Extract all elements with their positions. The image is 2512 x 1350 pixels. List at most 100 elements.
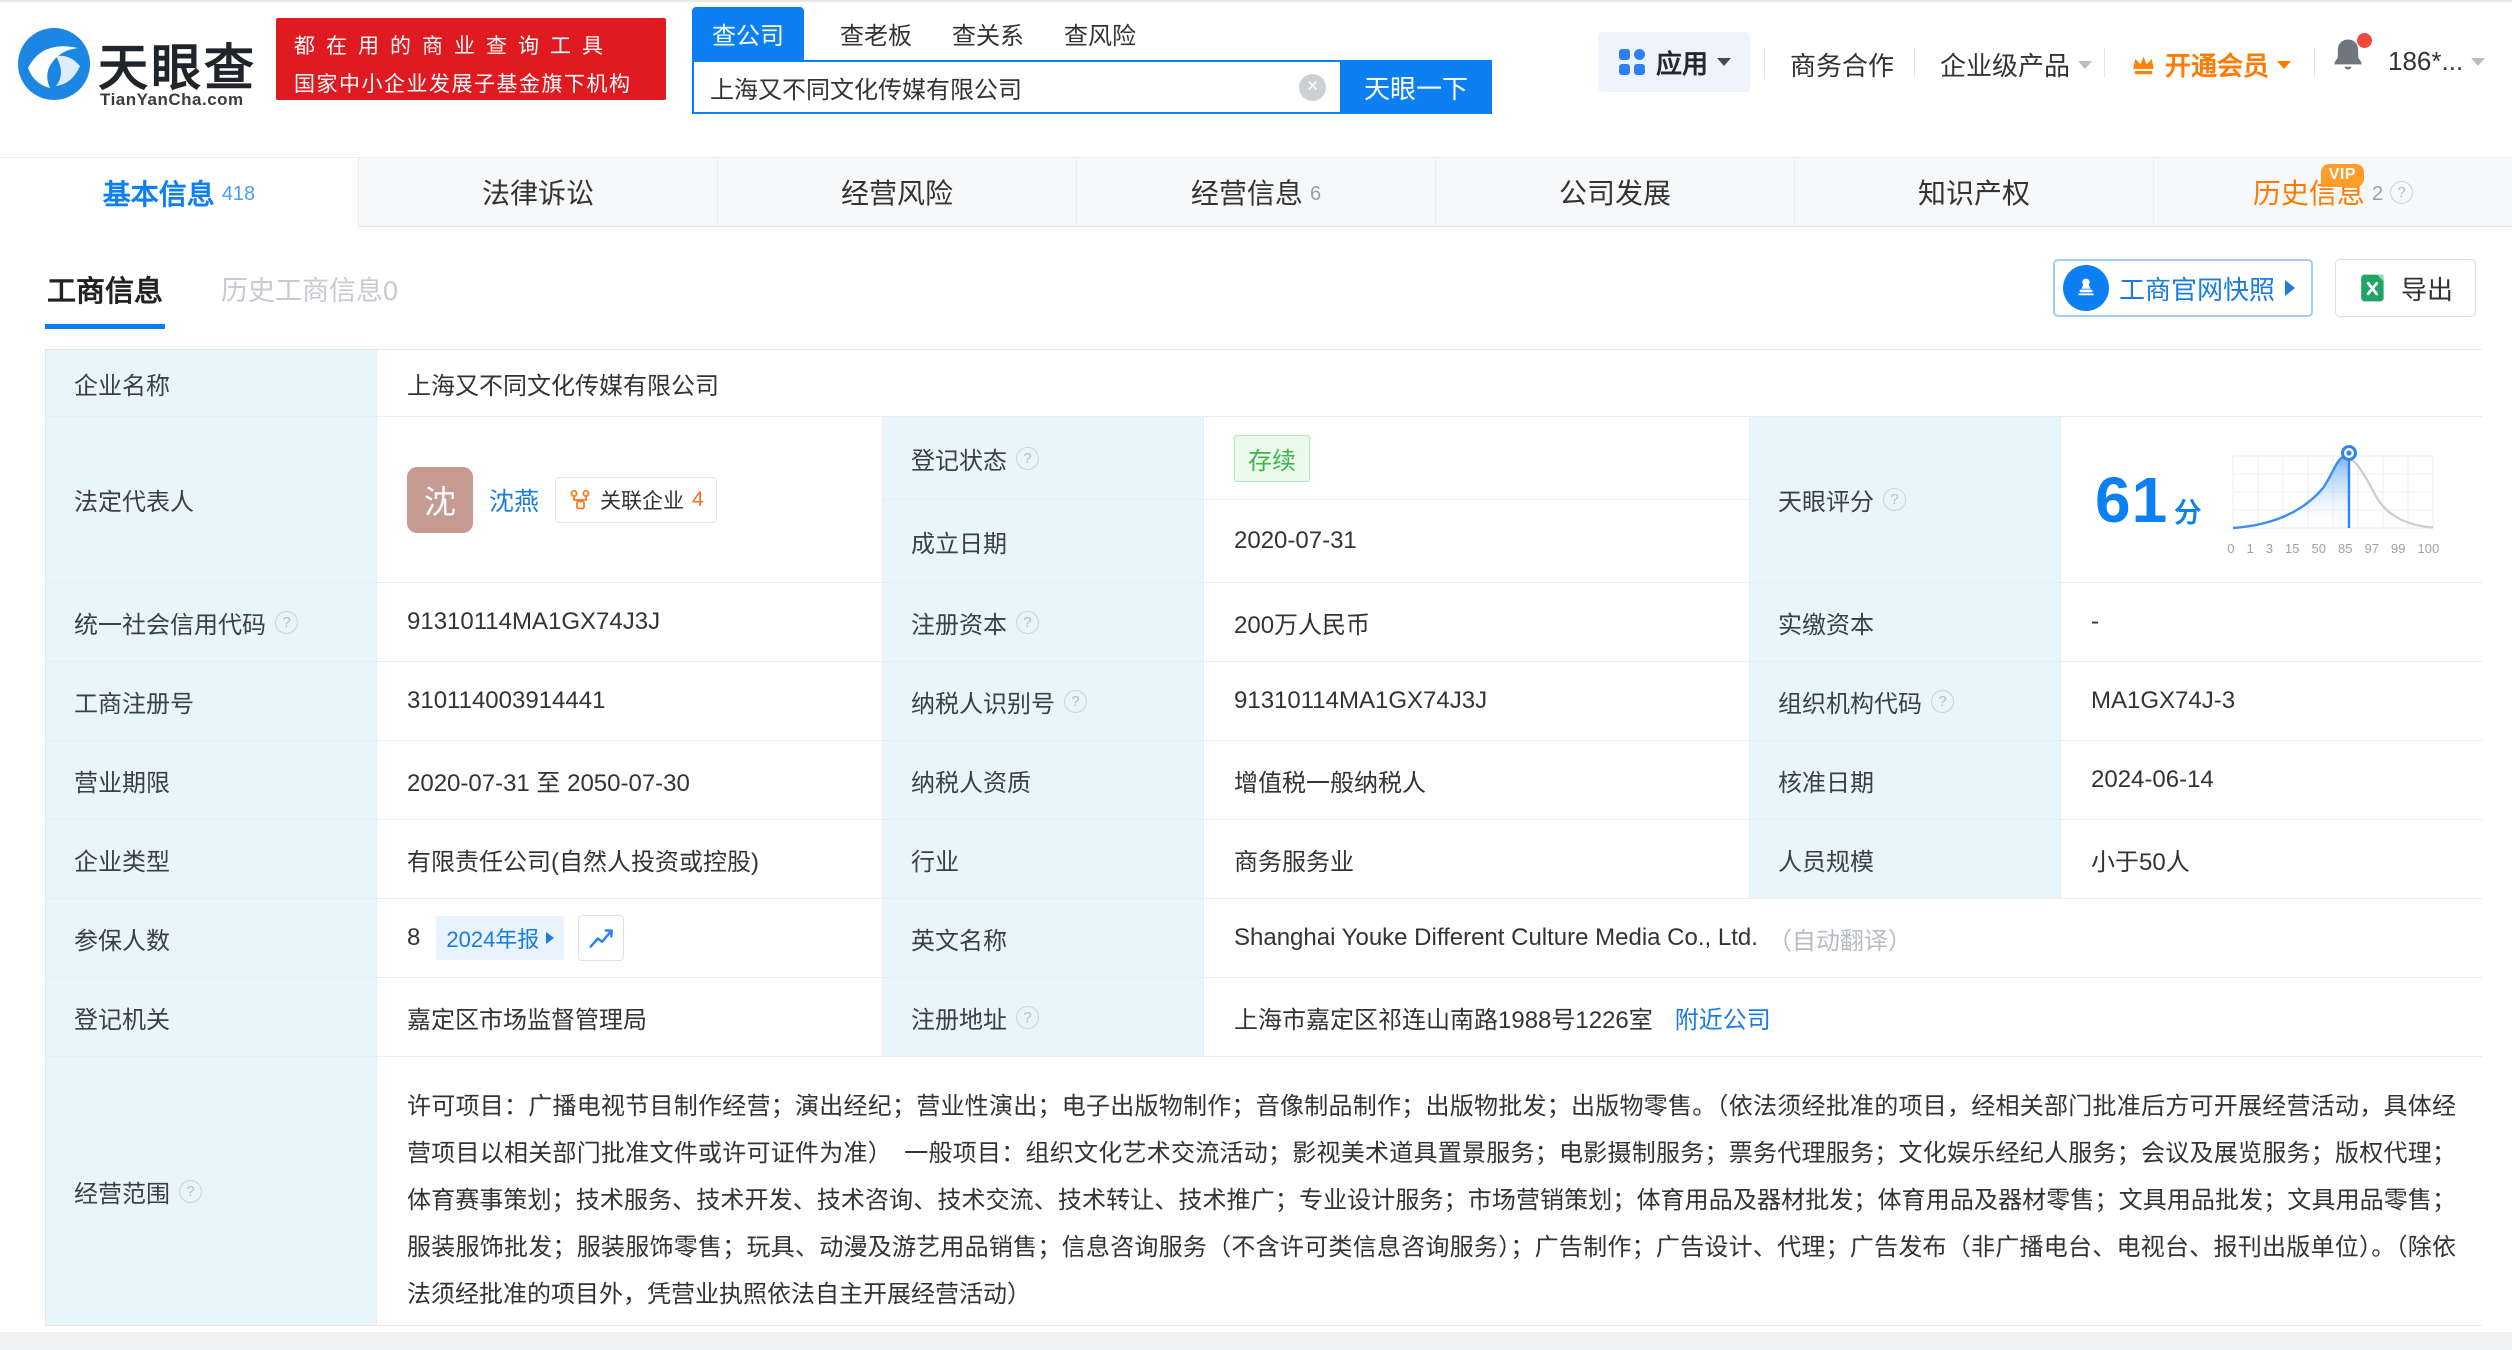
legal-rep-name-link[interactable]: 沈燕 [489,482,539,518]
score-number: 61 分 [2095,463,2201,537]
taxpayer-id-value: 91310114MA1GX74J3J [1204,662,1749,740]
enterprise-products-label: 企业级产品 [1940,51,2071,81]
taxpayer-quality-label: 纳税人资质 [883,741,1203,819]
search-button[interactable]: 天眼一下 [1340,60,1492,114]
question-icon[interactable] [275,610,298,634]
tianyan-score-label: 天眼评分 [1750,417,2060,582]
legal-rep-avatar[interactable]: 沈 [407,466,473,533]
registered-address-label: 注册地址 [883,978,1203,1056]
business-term-label: 营业期限 [46,741,376,819]
divider [2104,48,2105,78]
credit-code-value: 91310114MA1GX74J3J [377,583,882,661]
staff-size-value: 小于50人 [2061,820,2486,898]
chevron-down-icon [2277,60,2292,69]
business-cooperation-link[interactable]: 商务合作 [1790,46,1894,83]
tab-label: 经营风险 [840,178,953,209]
tianyan-score-cell[interactable]: 61 分 0 1 3 15 50 85 97 99 100 [2061,417,2486,582]
registration-status-label: 登记状态 [883,417,1203,499]
clear-search-icon[interactable]: × [1299,73,1326,101]
english-name-cell: Shanghai Youke Different Culture Media C… [1204,899,2486,977]
next-section-edge [0,1332,2512,1350]
search-tab-risk[interactable]: 查风险 [1064,7,1136,60]
question-icon[interactable] [1931,689,1954,713]
business-scope-label: 经营范围 [46,1057,376,1325]
vip-badge: VIP [2320,164,2364,187]
related-companies-badge[interactable]: 关联企业 4 [555,476,717,523]
nearby-companies-link[interactable]: 附近公司 [1675,1000,1771,1035]
search-box: × 天眼一下 [692,60,1492,114]
company-type-label: 企业类型 [46,820,376,898]
registration-number-label: 工商注册号 [46,662,376,740]
open-vip-menu[interactable]: 开通会员 [2130,46,2292,83]
company-name-label: 企业名称 [46,350,376,416]
related-companies-count: 4 [692,487,704,511]
question-icon[interactable] [1883,488,1906,511]
arrow-right-icon [546,932,555,944]
table-wrap: 企业名称 上海又不同文化传媒有限公司 法定代表人 沈 沈燕 关联企业 4 登记状… [0,349,2512,1326]
export-button[interactable]: 导出 [2334,259,2476,317]
notifications-bell[interactable] [2330,33,2372,82]
site-header: 天眼查 TianYanCha.com 都在用的商业查询工具 国家中小企业发展子基… [0,2,2512,157]
tab-label: 法律诉讼 [481,178,594,209]
establish-date-label: 成立日期 [883,500,1203,582]
company-info-table: 企业名称 上海又不同文化传媒有限公司 法定代表人 沈 沈燕 关联企业 4 登记状… [45,349,2486,1326]
tianyancha-logo-icon[interactable] [16,26,92,102]
tab-count: 418 [221,183,256,205]
business-cooperation-label: 商务合作 [1790,51,1895,81]
registration-number-value: 310114003914441 [377,662,882,740]
search-tab-company[interactable]: 查公司 [692,7,804,60]
registration-authority-label: 登记机关 [46,978,376,1056]
tab-history-registration-info[interactable]: 历史工商信息0 [221,269,398,308]
tab-operation-risk[interactable]: 经营风险 [718,158,1077,226]
question-icon[interactable] [1016,446,1039,470]
enterprise-products-menu[interactable]: 企业级产品 [1940,46,2093,83]
registered-address-cell: 上海市嘉定区祁连山南路1988号1226室 附近公司 [1204,978,2486,1056]
score-distribution-chart: 01 3 15 50 85 97 99 100 [2227,444,2439,556]
question-icon[interactable] [2390,180,2414,204]
org-code-label: 组织机构代码 [1750,662,2060,740]
tab-registration-info[interactable]: 工商信息 [45,248,166,329]
staff-size-label: 人员规模 [1750,820,2060,898]
official-snapshot-button[interactable]: 工商官网快照 [2052,259,2313,317]
tab-label: 经营信息 [1190,178,1303,209]
promo-banner: 都在用的商业查询工具 国家中小企业发展子基金旗下机构 [276,18,666,100]
english-name-value: Shanghai Youke Different Culture Media C… [1234,924,1758,951]
company-nav-tabs: 基本信息 418 法律诉讼 经营风险 经营信息 6 公司发展 知识产权 VIP … [0,157,2512,227]
search-input[interactable] [694,62,1299,112]
tab-intellectual-property[interactable]: 知识产权 [1795,158,2154,226]
tab-label: 公司发展 [1558,178,1671,209]
question-icon[interactable] [1016,610,1039,634]
tab-business-info[interactable]: 经营信息 6 [1077,158,1436,226]
insured-count-cell: 8 2024年报 [377,899,882,977]
official-snapshot-label: 工商官网快照 [2118,274,2275,305]
promo-banner-line2: 国家中小企业发展子基金旗下机构 [294,73,632,96]
brand-domain: TianYanCha.com [100,90,244,109]
app-grid-icon [1618,49,1645,75]
taxpayer-id-label: 纳税人识别号 [883,662,1203,740]
insured-trend-button[interactable] [578,915,625,961]
search-tab-relation[interactable]: 查关系 [952,7,1024,60]
approval-date-label: 核准日期 [1750,741,2060,819]
insured-count-value: 8 [407,924,421,951]
company-type-value: 有限责任公司(自然人投资或控股) [377,820,882,898]
stamp-icon [2062,265,2109,311]
tab-company-development[interactable]: 公司发展 [1436,158,1795,226]
chevron-down-icon [2078,60,2093,69]
insured-count-label: 参保人数 [46,899,376,977]
divider [1764,48,1765,78]
trend-chart-icon [589,929,614,948]
industry-value: 商务服务业 [1204,820,1749,898]
question-icon[interactable] [179,1179,202,1203]
account-menu[interactable]: 186*... [2388,46,2486,77]
question-icon[interactable] [1064,689,1087,713]
question-icon[interactable] [1016,1005,1039,1029]
tab-basic-info[interactable]: 基本信息 418 [0,158,359,227]
business-term-value: 2020-07-31 至 2050-07-30 [377,741,882,819]
arrow-right-icon [2284,280,2295,296]
tab-history-info[interactable]: VIP 历史信息 2 [2154,158,2512,226]
apps-menu[interactable]: 应用 [1598,32,1750,92]
search-tab-boss[interactable]: 查老板 [840,7,912,60]
tab-legal-litigation[interactable]: 法律诉讼 [359,158,718,226]
open-vip-label: 开通会员 [2165,51,2270,81]
annual-report-badge[interactable]: 2024年报 [436,916,565,960]
